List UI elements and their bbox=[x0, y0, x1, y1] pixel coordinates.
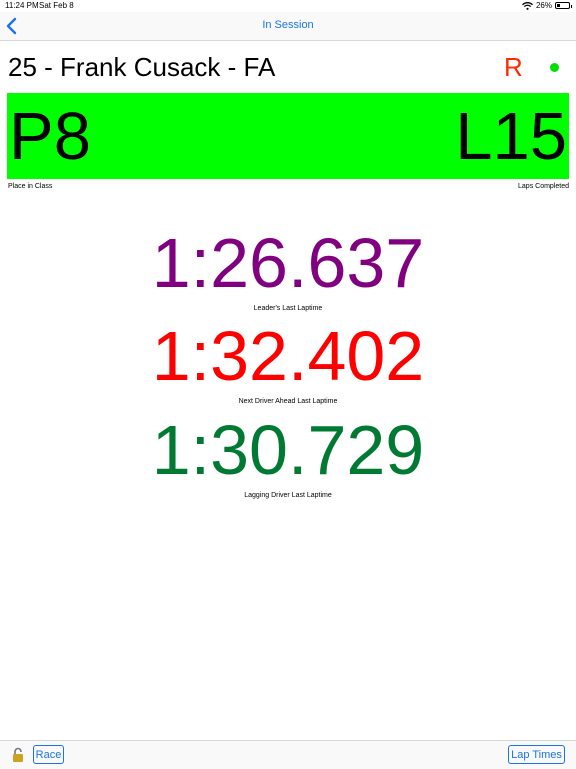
lap-times-button[interactable]: Lap Times bbox=[508, 745, 565, 764]
leader-laptime-caption: Leader's Last Laptime bbox=[253, 305, 323, 312]
battery-fill bbox=[557, 4, 560, 7]
status-date: Sat Feb 8 bbox=[39, 1, 74, 10]
place-caption: Place in Class bbox=[8, 183, 53, 190]
position-banner: P8 L15 bbox=[7, 93, 569, 179]
ahead-laptime-caption: Next Driver Ahead Last Laptime bbox=[238, 398, 338, 405]
status-right: 26% bbox=[522, 1, 572, 10]
leader-laptime: 1:26.637 bbox=[151, 224, 425, 302]
lagging-laptime-caption: Lagging Driver Last Laptime bbox=[244, 492, 332, 499]
wifi-icon bbox=[522, 1, 533, 10]
laps-completed: L15 bbox=[455, 99, 567, 174]
ahead-laptime: 1:32.402 bbox=[151, 317, 425, 395]
status-bar: 11:24 PM Sat Feb 8 26% bbox=[0, 0, 576, 12]
race-button[interactable]: Race bbox=[33, 745, 64, 764]
nav-title: In Session bbox=[262, 19, 314, 31]
flag-indicator: R bbox=[504, 52, 523, 82]
laps-caption: Laps Completed bbox=[518, 183, 569, 190]
navigation-bar: In Session bbox=[0, 12, 576, 41]
status-time: 11:24 PM bbox=[5, 1, 39, 10]
place-in-class: P8 bbox=[9, 99, 91, 174]
connection-status-dot bbox=[550, 63, 559, 72]
battery-icon bbox=[555, 2, 572, 9]
driver-name: 25 - Frank Cusack - FA bbox=[8, 52, 276, 82]
battery-percent: 26% bbox=[535, 1, 552, 10]
lock-icon[interactable] bbox=[12, 747, 24, 763]
lagging-laptime: 1:30.729 bbox=[151, 411, 425, 489]
bottom-toolbar: Race Lap Times bbox=[0, 740, 576, 769]
